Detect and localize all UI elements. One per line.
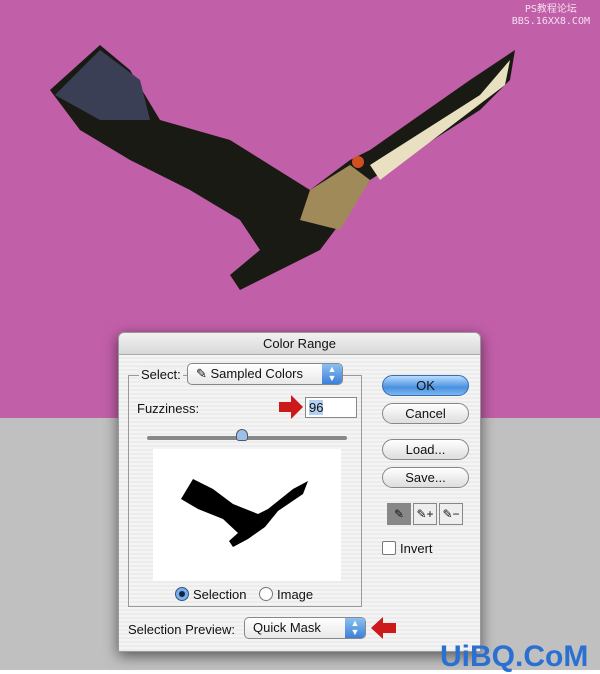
updown-arrows-icon: ▲ ▼ bbox=[345, 618, 365, 638]
dialog-title: Color Range bbox=[119, 333, 480, 355]
select-label: Select: bbox=[139, 367, 183, 382]
bird-silhouette bbox=[181, 479, 308, 547]
eyedropper-minus-tool[interactable]: ✎− bbox=[439, 503, 463, 525]
eyedropper-minus-icon: ✎− bbox=[442, 507, 460, 521]
invert-checkbox[interactable] bbox=[382, 541, 396, 555]
watermark: PS教程论坛 BBS.16XX8.COM bbox=[512, 4, 590, 28]
bird-image bbox=[50, 45, 515, 290]
fuzziness-label: Fuzziness: bbox=[137, 401, 200, 416]
radio-image-label: Image bbox=[277, 587, 314, 602]
red-arrow-tail bbox=[382, 623, 396, 633]
fuzziness-input[interactable]: 96 bbox=[305, 397, 357, 418]
eyedropper-icon: ✎ bbox=[196, 366, 211, 381]
ok-button[interactable]: OK bbox=[382, 375, 469, 396]
preview-label: Selection Preview: bbox=[128, 622, 235, 637]
preview-value: Quick Mask bbox=[253, 620, 321, 635]
radio-image[interactable] bbox=[259, 587, 273, 601]
invert-label: Invert bbox=[400, 541, 433, 556]
select-value: Sampled Colors bbox=[210, 366, 304, 381]
load-button[interactable]: Load... bbox=[382, 439, 469, 460]
eyedropper-plus-tool[interactable]: ✎+ bbox=[413, 503, 437, 525]
color-range-dialog: Color Range Select: ✎ Sampled Colors ▲ ▼ … bbox=[118, 332, 481, 652]
eyedropper-tool[interactable]: ✎ bbox=[387, 503, 411, 525]
save-button[interactable]: Save... bbox=[382, 467, 469, 488]
fuzziness-value: 96 bbox=[309, 400, 324, 415]
eyedropper-plus-icon: ✎+ bbox=[416, 507, 434, 521]
updown-arrows-icon: ▲ ▼ bbox=[322, 364, 342, 384]
cancel-button[interactable]: Cancel bbox=[382, 403, 469, 424]
selection-preview-image bbox=[153, 449, 341, 581]
select-dropdown[interactable]: ✎ Sampled Colors ▲ ▼ bbox=[187, 363, 343, 385]
radio-selection[interactable] bbox=[175, 587, 189, 601]
watermark-line2: BBS.16XX8.COM bbox=[511, 16, 590, 27]
watermark-line1: PS教程论坛 bbox=[524, 4, 577, 15]
red-arrow-head bbox=[291, 395, 303, 419]
preview-dropdown[interactable]: Quick Mask ▲ ▼ bbox=[244, 617, 366, 639]
eyedropper-icon: ✎ bbox=[393, 507, 405, 521]
radio-selection-label: Selection bbox=[193, 587, 247, 602]
slider-thumb[interactable] bbox=[236, 429, 248, 441]
site-logo: UiBQ.CoM bbox=[440, 640, 589, 673]
